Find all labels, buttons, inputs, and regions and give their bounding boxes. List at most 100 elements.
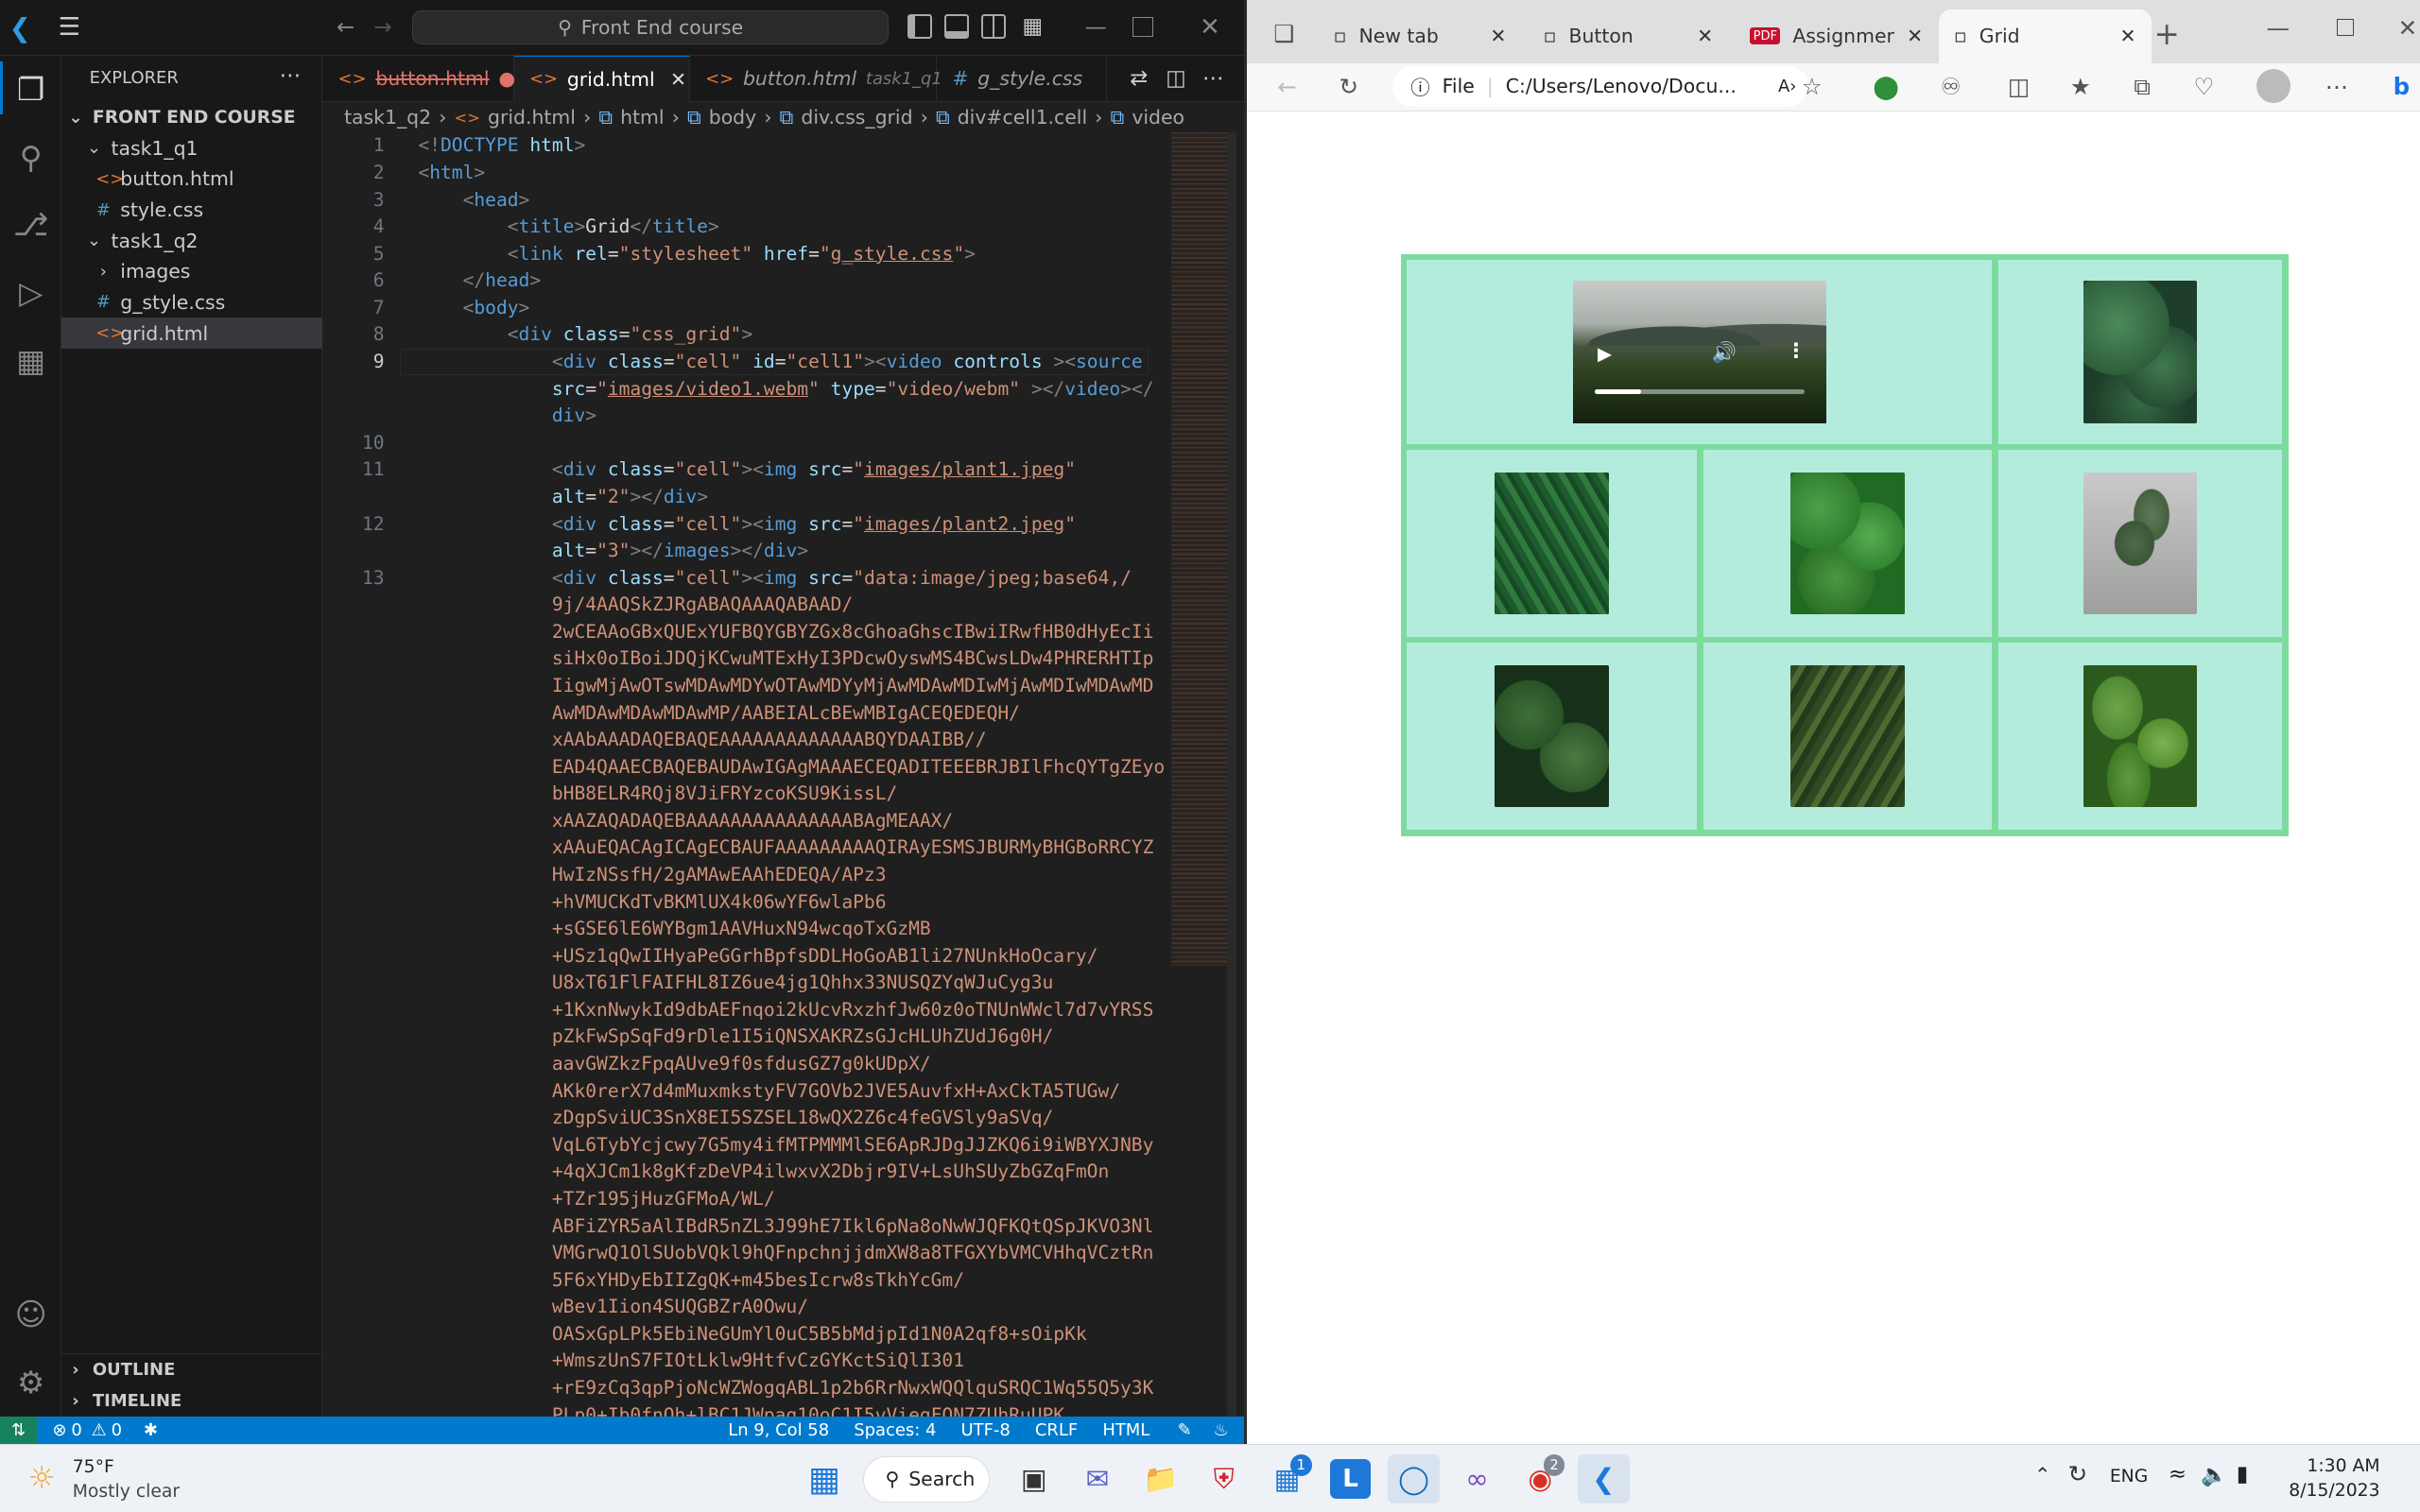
tab-actions-icon[interactable]: ❑ xyxy=(1266,15,1303,52)
teams-chat-icon[interactable]: ✉ xyxy=(1071,1454,1124,1503)
close-tab-icon[interactable]: ✕ xyxy=(1907,25,1923,47)
minimap[interactable] xyxy=(1171,132,1234,967)
breadcrumb-item[interactable]: video xyxy=(1132,106,1184,129)
editor-scrollbar[interactable] xyxy=(1226,132,1236,1417)
indentation[interactable]: Spaces: 4 xyxy=(854,1420,936,1440)
maximize-icon[interactable] xyxy=(2336,18,2354,36)
extension-icon[interactable]: ⬤ xyxy=(1867,68,1904,105)
profile-avatar[interactable] xyxy=(2256,69,2290,104)
close-tab-icon[interactable]: ✕ xyxy=(1697,25,1713,47)
tab-new-tab[interactable]: ▫ New tab ✕ xyxy=(1318,9,1522,63)
outline-section[interactable]: › OUTLINE xyxy=(61,1354,322,1385)
tree-folder-images[interactable]: › images xyxy=(61,256,322,287)
mcafee-icon[interactable]: ⛨ xyxy=(1198,1454,1251,1503)
edge-browser-icon[interactable]: ◯ xyxy=(1387,1453,1441,1504)
tree-file-style-css[interactable]: # style.css xyxy=(61,195,322,226)
run-debug-icon[interactable]: ▷ xyxy=(0,266,61,321)
tab-assignment-pdf[interactable]: PDFAssignment 1.p✕ xyxy=(1735,9,1939,63)
file-explorer-icon[interactable]: 📁 xyxy=(1134,1454,1187,1503)
breadcrumb-item[interactable]: task1_q2 xyxy=(344,106,431,129)
tab-grid-html[interactable]: <> grid.html ✕ xyxy=(513,55,690,102)
tab-grid[interactable]: ▫ Grid ✕ xyxy=(1938,9,2152,63)
more-options-icon[interactable]: ⋮ xyxy=(1786,339,1806,363)
workspace-root[interactable]: ⌄ FRONT END COURSE xyxy=(61,102,322,133)
minimize-icon[interactable]: — xyxy=(1080,12,1112,43)
account-icon[interactable]: ☺ xyxy=(0,1287,61,1343)
more-menu-icon[interactable]: ⋯ xyxy=(2318,68,2355,105)
favorites-icon[interactable]: ★ xyxy=(2062,68,2099,105)
breadcrumb-item[interactable]: grid.html xyxy=(488,106,576,129)
app-l-icon[interactable]: L xyxy=(1330,1458,1371,1500)
breadcrumb-item[interactable]: body xyxy=(709,106,756,129)
tab-button-html[interactable]: <> button.html ● xyxy=(322,55,515,102)
close-window-icon[interactable]: ✕ xyxy=(1195,12,1226,43)
start-windows-icon[interactable]: ▦ xyxy=(798,1454,851,1503)
remote-icon[interactable]: ⇅ xyxy=(0,1416,38,1445)
browser-essentials-icon[interactable]: ♡ xyxy=(2186,68,2222,105)
close-tab-icon[interactable]: ✕ xyxy=(1490,25,1506,47)
customize-layout-icon[interactable]: ▦ xyxy=(1019,12,1046,40)
chevron-up-icon[interactable]: ⌃ xyxy=(2034,1464,2051,1487)
breadcrumb-item[interactable]: html xyxy=(620,106,664,129)
more-actions-icon[interactable]: ⋯ xyxy=(1200,65,1227,93)
toggle-panel-icon[interactable] xyxy=(944,13,970,39)
split-screen-icon[interactable]: ◫ xyxy=(2000,68,2037,105)
forward-arrow-icon[interactable]: → xyxy=(368,12,399,43)
vscode-taskbar-icon[interactable]: ❮ xyxy=(1577,1453,1631,1504)
code-editor[interactable]: 123456789 10 11 12 13 <!DOCTYPE html> <htm… xyxy=(322,132,1244,1417)
weather-temp[interactable]: 75°F xyxy=(73,1457,114,1477)
close-window-icon[interactable]: ✕ xyxy=(2389,9,2420,46)
feedback-icon[interactable]: ✎ xyxy=(1178,1420,1192,1440)
tree-file-grid-html[interactable]: <> grid.html xyxy=(61,318,323,349)
extensions-puzzle-icon[interactable]: ♾ xyxy=(1932,68,1969,105)
collections-icon[interactable]: ⧉ xyxy=(2124,68,2161,105)
clock-time[interactable]: 1:30 AM xyxy=(2296,1456,2379,1476)
weather-desc[interactable]: Mostly clear xyxy=(73,1482,180,1502)
volume-icon[interactable]: 🔊 xyxy=(1712,341,1737,365)
back-arrow-icon[interactable]: ← xyxy=(1269,68,1305,105)
tree-file-button-html[interactable]: <> button.html xyxy=(61,163,322,195)
refresh-icon[interactable]: ↻ xyxy=(1330,68,1367,105)
tree-folder-task1-q1[interactable]: ⌄ task1_q1 xyxy=(61,132,322,163)
favorite-star-icon[interactable]: ☆ xyxy=(1793,68,1830,105)
settings-gear-icon[interactable]: ⚙ xyxy=(0,1354,61,1410)
toggle-sidebar-icon[interactable] xyxy=(908,13,933,39)
extensions-icon[interactable]: ▦ xyxy=(0,334,61,389)
visual-studio-icon[interactable]: ∞ xyxy=(1451,1454,1504,1503)
video-player[interactable]: ▶ 🔊 ⋮ xyxy=(1572,281,1826,423)
language-indicator[interactable]: ENG xyxy=(2110,1467,2148,1486)
minimize-icon[interactable]: — xyxy=(2259,9,2296,46)
clock-date[interactable]: 8/15/2023 xyxy=(2281,1481,2379,1501)
sync-icon[interactable]: ↻ xyxy=(2068,1460,2088,1487)
taskbar-search[interactable]: ⚲ Search xyxy=(862,1455,990,1503)
tree-folder-task1-q2[interactable]: ⌄ task1_q2 xyxy=(61,225,322,256)
speaker-icon[interactable]: 🔈 xyxy=(2201,1462,2227,1487)
encoding[interactable]: UTF-8 xyxy=(961,1420,1011,1440)
bell-icon[interactable]: ♨ xyxy=(1214,1420,1229,1440)
menu-icon[interactable]: ☰ xyxy=(53,12,87,43)
timeline-section[interactable]: › TIMELINE xyxy=(61,1385,322,1417)
cursor-position[interactable]: Ln 9, Col 58 xyxy=(728,1420,829,1440)
tab-button-html-task1-q1[interactable]: <> button.html task1_q1 xyxy=(690,55,942,102)
new-tab-plus-icon[interactable]: + xyxy=(2149,15,2186,52)
explorer-files-icon[interactable]: ❐ xyxy=(0,61,61,117)
search-icon[interactable]: ⚲ xyxy=(0,129,61,185)
back-arrow-icon[interactable]: ← xyxy=(330,12,361,43)
wifi-icon[interactable]: ≈ xyxy=(2169,1462,2187,1486)
tree-file-g-style-css[interactable]: # g_style.css xyxy=(61,287,322,318)
command-center[interactable]: ⚲ Front End course xyxy=(411,10,890,45)
tab-g-style-css[interactable]: # g_style.css xyxy=(937,55,1107,102)
address-bar[interactable]: ⓘ File | C:/Users/Lenovo/Docu... A› xyxy=(1392,66,1809,107)
language-mode[interactable]: HTML xyxy=(1102,1420,1150,1440)
more-actions-icon[interactable]: ⋯ xyxy=(275,63,306,88)
compare-changes-icon[interactable]: ⇄ xyxy=(1125,65,1152,93)
breadcrumb-item[interactable]: div.css_grid xyxy=(801,106,912,129)
battery-icon[interactable]: ▮ xyxy=(2237,1462,2249,1486)
split-editor-icon[interactable]: ◫ xyxy=(1162,65,1189,93)
maximize-icon[interactable] xyxy=(1132,16,1153,38)
copilot-icon[interactable]: b xyxy=(2383,68,2420,105)
lightning-icon[interactable]: ✱ xyxy=(144,1420,158,1440)
tab-button[interactable]: ▫ Button ✕ xyxy=(1528,9,1728,63)
close-tab-icon[interactable]: ✕ xyxy=(2119,25,2135,47)
video-progress-track[interactable] xyxy=(1594,388,1805,394)
